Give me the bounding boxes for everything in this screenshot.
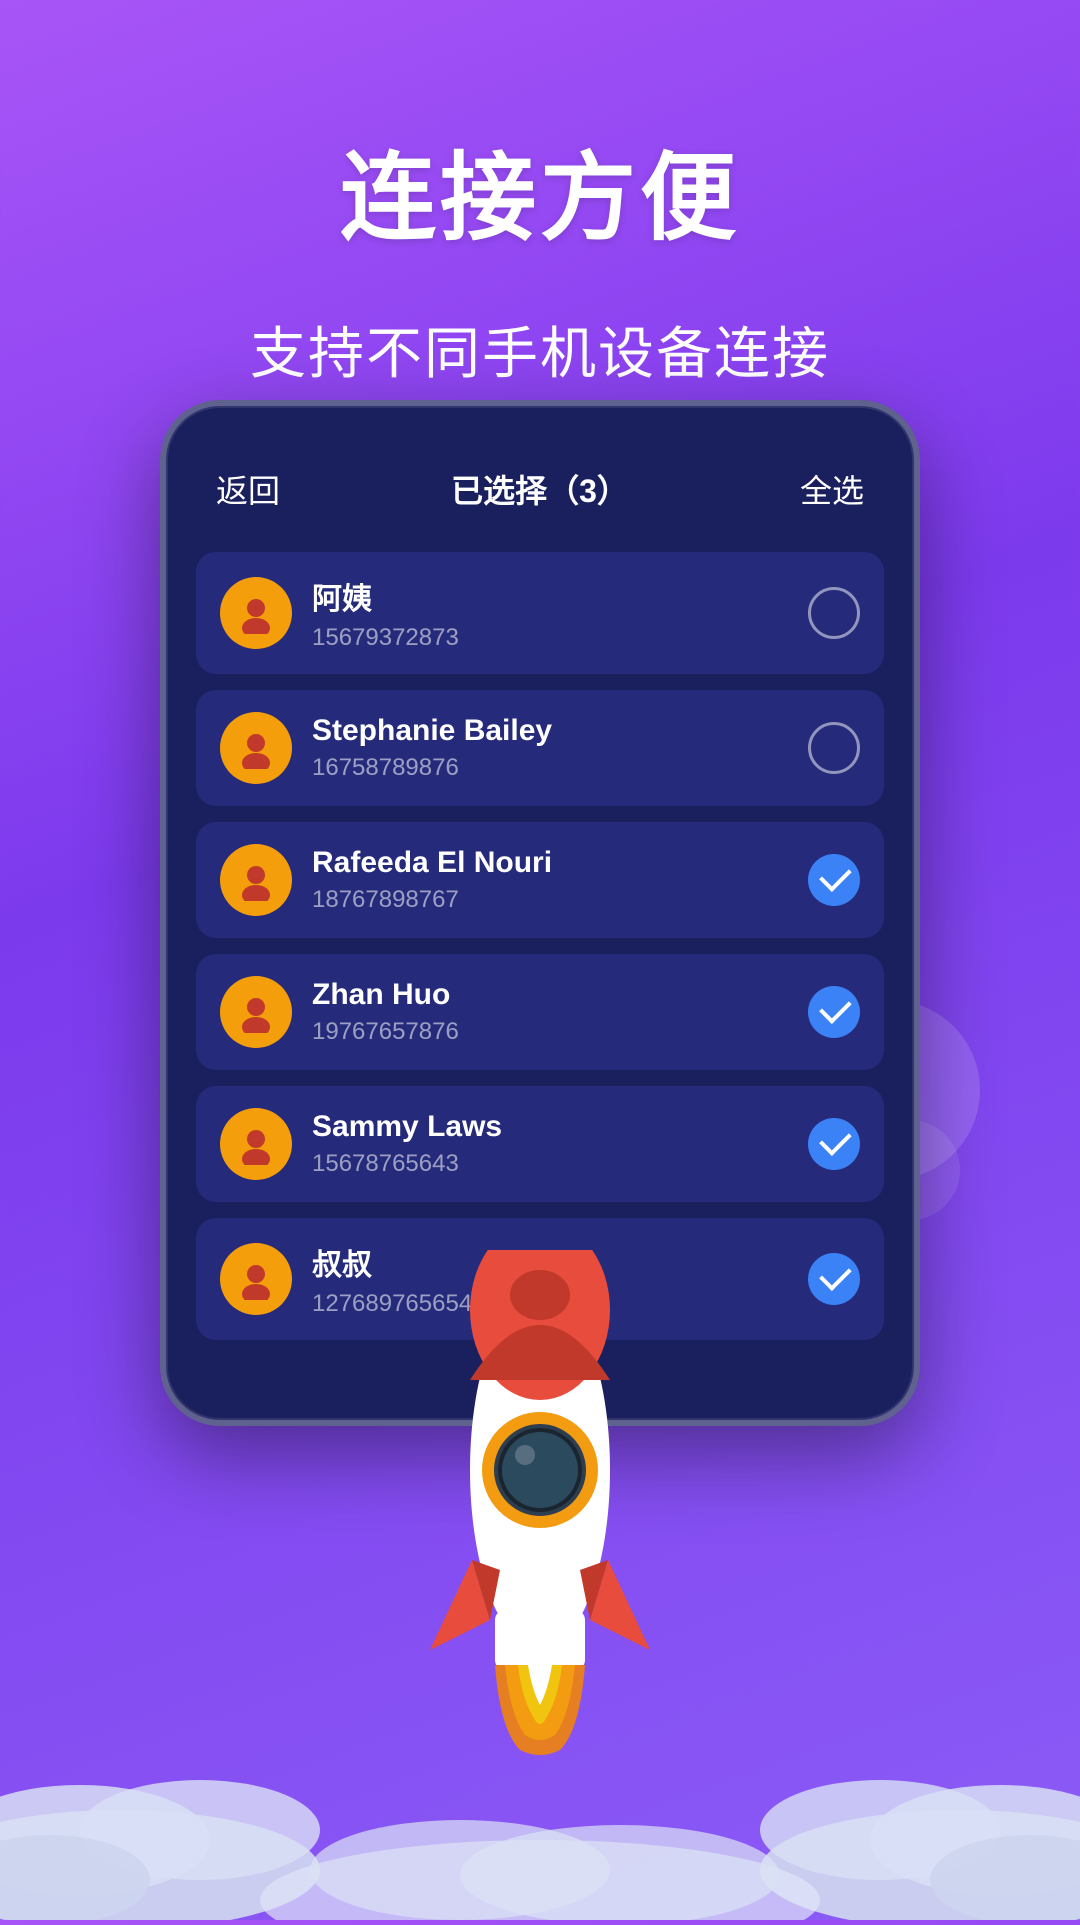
contact-phone: 16758789876: [312, 754, 788, 782]
avatar: [220, 844, 292, 916]
checkbox-checked[interactable]: [808, 854, 860, 906]
checkbox-checked[interactable]: [808, 986, 860, 1038]
contact-phone: 15679372873: [312, 624, 788, 652]
contact-list: 阿姨 15679372873 Stephanie Bailey 1675878987…: [196, 552, 884, 1340]
checkbox-checked[interactable]: [808, 1253, 860, 1305]
contact-name: Rafeeda El Nouri: [312, 846, 788, 880]
contact-info: Sammy Laws 15678765643: [312, 1110, 788, 1178]
select-all-button[interactable]: 全选: [800, 466, 864, 512]
top-nav-bar: 返回 已选择（3） 全选: [196, 466, 884, 552]
contact-name: Zhan Huo: [312, 978, 788, 1012]
contact-item[interactable]: Sammy Laws 15678765643: [196, 1086, 884, 1202]
avatar: [220, 712, 292, 784]
contact-phone: 15678765643: [312, 1150, 788, 1178]
checkbox-unchecked[interactable]: [808, 722, 860, 774]
hero-title: 连接方便: [0, 0, 1080, 259]
contact-name: Stephanie Bailey: [312, 714, 788, 748]
hero-subtitle: 支持不同手机设备连接: [0, 309, 1080, 390]
contact-info: Zhan Huo 19767657876: [312, 978, 788, 1046]
nav-title: 已选择（3）: [451, 466, 629, 512]
avatar: [220, 1108, 292, 1180]
contact-info: Stephanie Bailey 16758789876: [312, 714, 788, 782]
contact-phone: 18767898767: [312, 886, 788, 914]
back-button[interactable]: 返回: [216, 466, 280, 512]
checkbox-checked[interactable]: [808, 1118, 860, 1170]
contact-info: Rafeeda El Nouri 18767898767: [312, 846, 788, 914]
contact-phone: 19767657876: [312, 1018, 788, 1046]
avatar: [220, 577, 292, 649]
rocket-illustration: [410, 1250, 670, 1770]
contact-item[interactable]: Rafeeda El Nouri 18767898767: [196, 822, 884, 938]
checkbox-unchecked[interactable]: [808, 587, 860, 639]
avatar: [220, 976, 292, 1048]
contact-item[interactable]: Zhan Huo 19767657876: [196, 954, 884, 1070]
avatar: [220, 1243, 292, 1315]
contact-item[interactable]: 阿姨 15679372873: [196, 552, 884, 674]
contact-name: 阿姨: [312, 574, 788, 618]
contact-item[interactable]: Stephanie Bailey 16758789876: [196, 690, 884, 806]
contact-name: Sammy Laws: [312, 1110, 788, 1144]
contact-info: 阿姨 15679372873: [312, 574, 788, 652]
